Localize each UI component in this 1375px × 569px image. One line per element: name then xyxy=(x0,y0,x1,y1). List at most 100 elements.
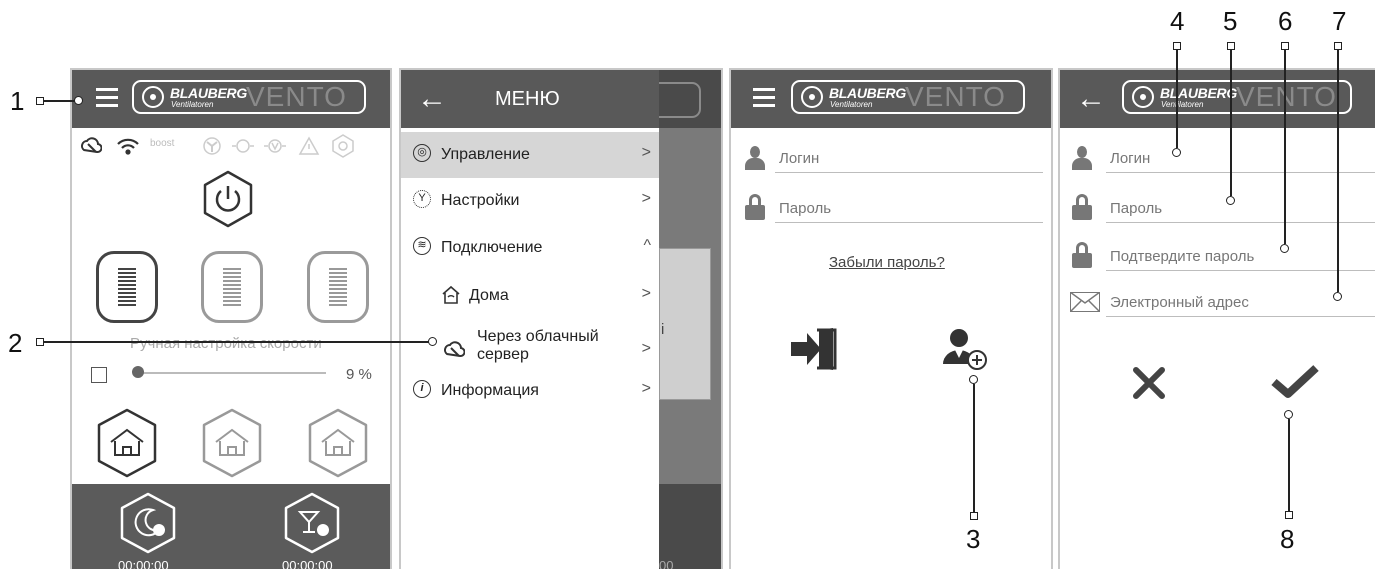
warning-icon xyxy=(298,136,320,155)
night-timer-value: 00:00:00 xyxy=(118,558,169,569)
cancel-button[interactable] xyxy=(1132,366,1166,405)
chevron-right-icon: > xyxy=(641,380,651,397)
brand-logo: BLAUBERG Ventilatoren VENTO xyxy=(791,80,1025,114)
hamburger-menu-icon[interactable] xyxy=(94,88,120,110)
callout-6: 6 xyxy=(1278,6,1293,36)
night-timer-button[interactable] xyxy=(118,492,178,559)
menu-item-label-line2: сервер xyxy=(477,346,529,363)
speed-value: 9 % xyxy=(346,366,372,383)
login-screen: BLAUBERG Ventilatoren VENTO Логин Пароль… xyxy=(731,70,1051,569)
brand-name: BLAUBERG xyxy=(170,85,247,101)
mode-recovery-button[interactable] xyxy=(201,408,263,483)
lock-icon xyxy=(1072,242,1092,268)
app-bar: BLAUBERG Ventilatoren VENTO xyxy=(731,70,1051,128)
menu-title: МЕНЮ xyxy=(495,88,560,110)
cloud-icon xyxy=(81,137,102,153)
hamburger-menu-icon[interactable] xyxy=(751,88,777,110)
brand-sub: Ventilatoren xyxy=(830,100,873,109)
sun-icon xyxy=(232,139,254,153)
email-field[interactable]: Электронный адрес xyxy=(1110,294,1249,311)
wifi-icon: ≋ xyxy=(413,237,431,255)
callout-8: 8 xyxy=(1280,524,1295,554)
manual-speed-checkbox[interactable] xyxy=(91,367,107,383)
sign-in-button[interactable] xyxy=(789,326,839,377)
app-bar: BLAUBERG Ventilatoren VENTO xyxy=(72,70,390,128)
register-button[interactable] xyxy=(939,326,991,377)
back-arrow-icon[interactable]: ← xyxy=(1076,84,1106,114)
menu-item-connection[interactable]: ≋ Подключение ^ xyxy=(401,225,659,271)
party-timer-value: 00:00:00 xyxy=(282,558,333,569)
settings-icon: Y xyxy=(413,190,431,208)
filter-icon xyxy=(332,134,354,158)
menu-item-info[interactable]: i Информация > xyxy=(401,368,659,414)
menu-screen: i 00 ← МЕНЮ ◎ Управление > Y Настройки >… xyxy=(401,70,721,569)
password-field[interactable]: Пароль xyxy=(779,200,831,217)
forgot-password-link[interactable]: Забыли пароль? xyxy=(829,254,945,271)
control-icon: ◎ xyxy=(413,144,431,162)
chevron-right-icon: > xyxy=(641,144,651,161)
lock-icon xyxy=(745,194,765,220)
confirm-button[interactable] xyxy=(1270,362,1320,407)
brand-name: BLAUBERG xyxy=(1160,85,1237,101)
speed-1-button[interactable] xyxy=(96,251,158,323)
wifi-icon xyxy=(117,138,139,155)
dimmed-background: i 00 xyxy=(619,70,721,569)
fan-logo-icon xyxy=(142,86,164,108)
menu-item-label: Настройки xyxy=(441,192,520,209)
menu-drawer: ← МЕНЮ ◎ Управление > Y Настройки > ≋ По… xyxy=(401,70,659,569)
cloud-icon xyxy=(444,341,465,357)
chevron-right-icon: > xyxy=(641,340,651,357)
menu-item-home[interactable]: Дома > xyxy=(401,273,659,319)
callout-4: 4 xyxy=(1170,6,1185,36)
sensor-icon xyxy=(264,139,286,153)
dimmed-dialog: i xyxy=(659,248,711,400)
speed-slider-handle[interactable] xyxy=(132,366,144,378)
chevron-right-icon: > xyxy=(641,190,651,207)
user-icon xyxy=(1072,146,1092,170)
product-name: VENTO xyxy=(905,81,1006,112)
callout-1: 1 xyxy=(10,86,25,116)
product-name: VENTO xyxy=(1236,81,1337,112)
register-screen: ← BLAUBERG Ventilatoren VENTO Логин Паро… xyxy=(1060,70,1375,569)
home-icon xyxy=(442,285,460,304)
callout-5: 5 xyxy=(1223,6,1238,36)
dimmed-timer-text: 00 xyxy=(659,558,674,569)
power-button[interactable] xyxy=(202,170,254,228)
menu-item-label: Управление xyxy=(441,146,530,163)
login-field[interactable]: Логин xyxy=(779,150,819,167)
speed-label: Ручная настройка скорости xyxy=(130,335,322,352)
brand-sub: Ventilatoren xyxy=(171,100,214,109)
dimmed-dialog-text: i xyxy=(661,321,665,338)
callout-2: 2 xyxy=(8,328,23,358)
speed-2-button[interactable] xyxy=(201,251,263,323)
mode-supply-button[interactable] xyxy=(307,408,369,483)
chevron-right-icon: > xyxy=(641,285,651,302)
email-icon xyxy=(1070,292,1100,312)
chevron-up-icon: ^ xyxy=(643,237,651,254)
fan-logo-icon xyxy=(1132,86,1154,108)
speed-3-button[interactable] xyxy=(307,251,369,323)
password-field[interactable]: Пароль xyxy=(1110,200,1162,217)
menu-item-label: Дома xyxy=(469,287,509,304)
back-arrow-icon[interactable]: ← xyxy=(417,84,447,114)
mode-ventilation-button[interactable] xyxy=(96,408,158,483)
login-field[interactable]: Логин xyxy=(1110,150,1150,167)
brand-logo: BLAUBERG Ventilatoren VENTO xyxy=(132,80,366,114)
boost-label: boost xyxy=(150,138,175,149)
confirm-password-field[interactable]: Подтвердите пароль xyxy=(1110,248,1254,265)
menu-item-control[interactable]: ◎ Управление > xyxy=(401,132,659,178)
speed-slider-track[interactable] xyxy=(136,372,326,374)
fan-logo-icon xyxy=(801,86,823,108)
fan-icon xyxy=(203,137,221,155)
menu-item-settings[interactable]: Y Настройки > xyxy=(401,178,659,224)
product-name: VENTO xyxy=(246,81,347,112)
party-timer-button[interactable] xyxy=(282,492,342,559)
main-screen: BLAUBERG Ventilatoren VENTO boost Ручная… xyxy=(72,70,390,569)
brand-logo: BLAUBERG Ventilatoren VENTO xyxy=(1122,80,1352,114)
brand-sub: Ventilatoren xyxy=(1161,100,1204,109)
lock-icon xyxy=(1072,194,1092,220)
menu-header: ← МЕНЮ xyxy=(401,70,659,128)
app-bar: ← BLAUBERG Ventilatoren VENTO xyxy=(1060,70,1375,128)
menu-item-label: Информация xyxy=(441,382,539,399)
menu-item-label: Через облачный xyxy=(477,328,599,345)
